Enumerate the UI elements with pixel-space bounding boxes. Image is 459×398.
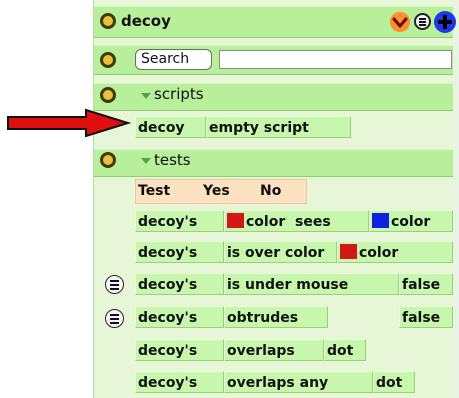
color-tile[interactable]: color (369, 210, 453, 232)
script-object-tile[interactable]: decoy (135, 116, 206, 138)
object-tile[interactable]: decoy's (135, 371, 224, 393)
tests-label: tests (154, 151, 191, 169)
color-swatch[interactable] (340, 244, 357, 259)
color-swatch[interactable] (372, 213, 389, 228)
result-tile[interactable]: false (399, 273, 453, 295)
object-tile[interactable]: decoy's (135, 273, 224, 295)
viewer-title: decoy (121, 12, 171, 30)
search-button-label: Search (141, 51, 190, 67)
halo-handle-icon[interactable] (100, 87, 116, 103)
scripts-label: scripts (154, 85, 204, 103)
search-input[interactable] (219, 50, 452, 69)
color-sees-tile[interactable]: color sees (224, 210, 369, 232)
arrow-right-icon (7, 108, 132, 138)
no-label: No (260, 183, 282, 199)
script-name-tile[interactable]: empty script (206, 116, 351, 138)
chevron-down-icon (392, 17, 408, 28)
test-label: Test (138, 183, 171, 199)
menu-icon[interactable] (105, 275, 124, 294)
color-swatch[interactable] (227, 213, 244, 228)
overlaps-tile[interactable]: overlaps (224, 339, 324, 361)
object-tile[interactable]: decoy's (135, 306, 224, 328)
obtrudes-tile[interactable]: obtrudes (224, 306, 328, 328)
scrollbar[interactable] (452, 0, 459, 398)
is-under-mouse-tile[interactable]: is under mouse (224, 273, 399, 295)
object-tile[interactable]: decoy's (135, 210, 224, 232)
halo-handle-icon[interactable] (100, 13, 116, 29)
menu-icon[interactable] (105, 309, 124, 328)
yes-label: Yes (203, 183, 230, 199)
dot-tile[interactable]: dot (373, 371, 415, 393)
search-button[interactable]: Search (135, 49, 212, 70)
color-tile[interactable]: color (337, 241, 453, 263)
triangle-down-icon[interactable] (141, 158, 151, 164)
add-icon[interactable] (434, 11, 456, 33)
result-tile[interactable]: false (399, 306, 453, 328)
triangle-down-icon[interactable] (141, 93, 151, 99)
overlaps-any-tile[interactable]: overlaps any (224, 371, 373, 393)
menu-icon[interactable] (414, 13, 431, 30)
halo-handle-icon[interactable] (100, 52, 116, 68)
object-tile[interactable]: decoy's (135, 241, 224, 263)
object-tile[interactable]: decoy's (135, 339, 224, 361)
collapse-icon[interactable] (390, 12, 410, 32)
is-over-color-tile[interactable]: is over color (224, 241, 337, 263)
halo-handle-icon[interactable] (100, 152, 116, 168)
dot-tile[interactable]: dot (324, 339, 366, 361)
test-header-row[interactable]: Test Yes No (135, 179, 307, 204)
